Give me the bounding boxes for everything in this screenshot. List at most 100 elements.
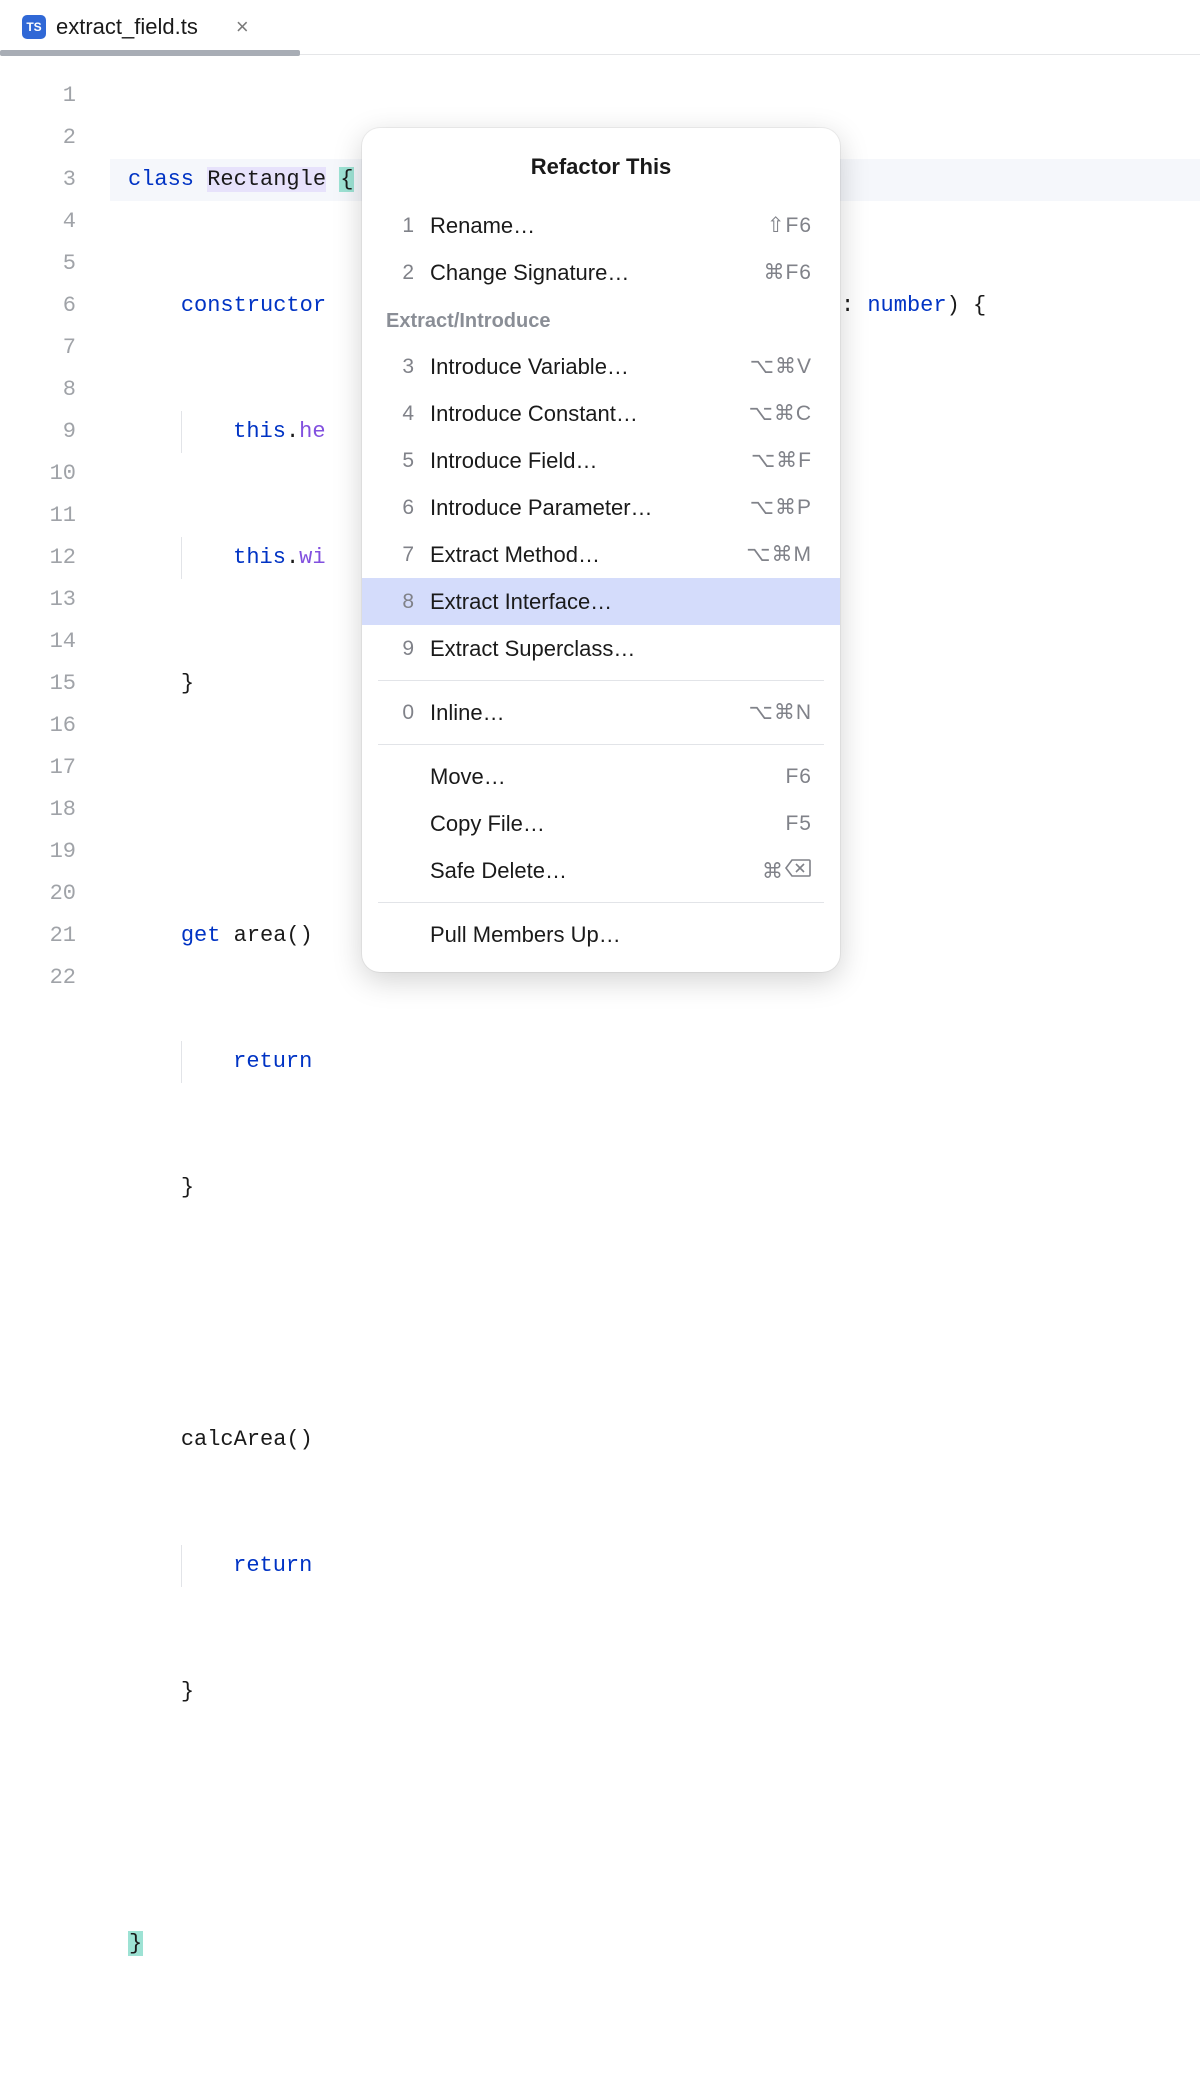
popup-item[interactable]: 2Change Signature…⌘F6: [362, 249, 840, 296]
keyword: get: [181, 923, 221, 948]
line-number: 16: [0, 705, 110, 747]
item-label: Safe Delete…: [430, 858, 762, 884]
popup-item[interactable]: Move…F6: [362, 753, 840, 800]
file-tab[interactable]: TS extract_field.ts ×: [10, 0, 261, 54]
dot: .: [286, 419, 299, 444]
item-label: Introduce Field…: [430, 448, 751, 474]
item-number: 6: [390, 496, 430, 520]
item-number: 1: [390, 214, 430, 238]
item-shortcut: ⌘: [762, 858, 812, 884]
keyword: class: [128, 167, 194, 192]
tab-filename: extract_field.ts: [56, 14, 198, 40]
line-number: 22: [0, 957, 110, 999]
code-line[interactable]: [110, 1293, 1200, 1335]
item-shortcut: ⌥⌘F: [751, 448, 812, 473]
popup-item[interactable]: Safe Delete…⌘: [362, 847, 840, 894]
item-label: Inline…: [430, 700, 749, 726]
line-number: 3: [0, 159, 110, 201]
popup-item[interactable]: 4Introduce Constant…⌥⌘C: [362, 390, 840, 437]
line-number: 2: [0, 117, 110, 159]
caret-brace: {: [339, 167, 354, 192]
popup-item[interactable]: 1Rename…⇧F6: [362, 202, 840, 249]
line-number: 18: [0, 789, 110, 831]
popup-separator: [378, 680, 824, 681]
colon: :: [841, 293, 867, 318]
line-number: 9: [0, 411, 110, 453]
item-shortcut: ⌥⌘V: [750, 354, 812, 379]
popup-item[interactable]: 6Introduce Parameter…⌥⌘P: [362, 484, 840, 531]
item-number: 7: [390, 543, 430, 567]
popup-item[interactable]: Pull Members Up…: [362, 911, 840, 958]
item-number: 9: [390, 637, 430, 661]
item-label: Pull Members Up…: [430, 922, 812, 948]
class-name-selected: Rectangle: [207, 167, 326, 192]
popup-item[interactable]: 5Introduce Field…⌥⌘F: [362, 437, 840, 484]
popup-separator: [378, 902, 824, 903]
keyword: this: [233, 545, 286, 570]
line-number: 17: [0, 747, 110, 789]
member-fragment: he: [299, 419, 325, 444]
popup-item[interactable]: 8Extract Interface…: [362, 578, 840, 625]
popup-item[interactable]: 9Extract Superclass…: [362, 625, 840, 672]
brace: }: [181, 1175, 194, 1200]
line-number: 8: [0, 369, 110, 411]
popup-title: Refactor This: [362, 146, 840, 202]
item-number: 5: [390, 449, 430, 473]
item-shortcut: ⌥⌘C: [749, 401, 812, 426]
code-line[interactable]: [110, 1797, 1200, 1839]
brace: }: [181, 671, 194, 696]
code-line[interactable]: return: [110, 1041, 1200, 1083]
line-number: 6: [0, 285, 110, 327]
code-line[interactable]: }: [110, 1671, 1200, 1713]
keyword: constructor: [181, 293, 326, 318]
item-label: Rename…: [430, 213, 767, 239]
line-number: 21: [0, 915, 110, 957]
popup-group-header: Extract/Introduce: [362, 296, 840, 343]
item-label: Introduce Constant…: [430, 401, 749, 427]
code-line[interactable]: [110, 2049, 1200, 2091]
code-line[interactable]: calcArea(): [110, 1419, 1200, 1461]
popup-item[interactable]: 7Extract Method…⌥⌘M: [362, 531, 840, 578]
typescript-file-icon: TS: [22, 15, 46, 39]
refactor-popup: Refactor This 1Rename…⇧F62Change Signatu…: [362, 128, 840, 972]
item-label: Introduce Variable…: [430, 354, 750, 380]
brace: }: [181, 1679, 194, 1704]
item-label: Copy File…: [430, 811, 785, 837]
item-label: Change Signature…: [430, 260, 763, 286]
line-number: 15: [0, 663, 110, 705]
item-number: 4: [390, 402, 430, 426]
code-line[interactable]: }: [110, 1923, 1200, 1965]
popup-item[interactable]: Copy File…F5: [362, 800, 840, 847]
popup-separator: [378, 744, 824, 745]
delete-icon: [784, 858, 812, 878]
keyword: this: [233, 419, 286, 444]
keyword: return: [233, 1553, 312, 1578]
item-number: 0: [390, 701, 430, 725]
line-number-gutter: 12345678910111213141516171819202122: [0, 55, 110, 2100]
item-label: Introduce Parameter…: [430, 495, 750, 521]
item-shortcut: ⌥⌘M: [746, 542, 812, 567]
popup-item[interactable]: 3Introduce Variable…⌥⌘V: [362, 343, 840, 390]
item-shortcut: ⌘F6: [763, 260, 812, 285]
line-number: 12: [0, 537, 110, 579]
code-line[interactable]: }: [110, 1167, 1200, 1209]
line-number: 4: [0, 201, 110, 243]
tab-bar: TS extract_field.ts ×: [0, 0, 1200, 55]
type: number: [867, 293, 946, 318]
item-shortcut: ⌥⌘P: [750, 495, 812, 520]
item-shortcut: F6: [785, 765, 812, 789]
paren-brace: ) {: [947, 293, 987, 318]
method-name: calcArea(): [181, 1427, 326, 1452]
member-fragment: wi: [299, 545, 325, 570]
method-name: area(): [220, 923, 326, 948]
code-line[interactable]: return: [110, 1545, 1200, 1587]
popup-item[interactable]: 0Inline…⌥⌘N: [362, 689, 840, 736]
item-label: Move…: [430, 764, 785, 790]
item-label: Extract Superclass…: [430, 636, 812, 662]
line-number: 10: [0, 453, 110, 495]
item-shortcut: F5: [785, 812, 812, 836]
close-icon[interactable]: ×: [236, 16, 249, 38]
line-number: 20: [0, 873, 110, 915]
item-label: Extract Method…: [430, 542, 746, 568]
item-number: 2: [390, 261, 430, 285]
